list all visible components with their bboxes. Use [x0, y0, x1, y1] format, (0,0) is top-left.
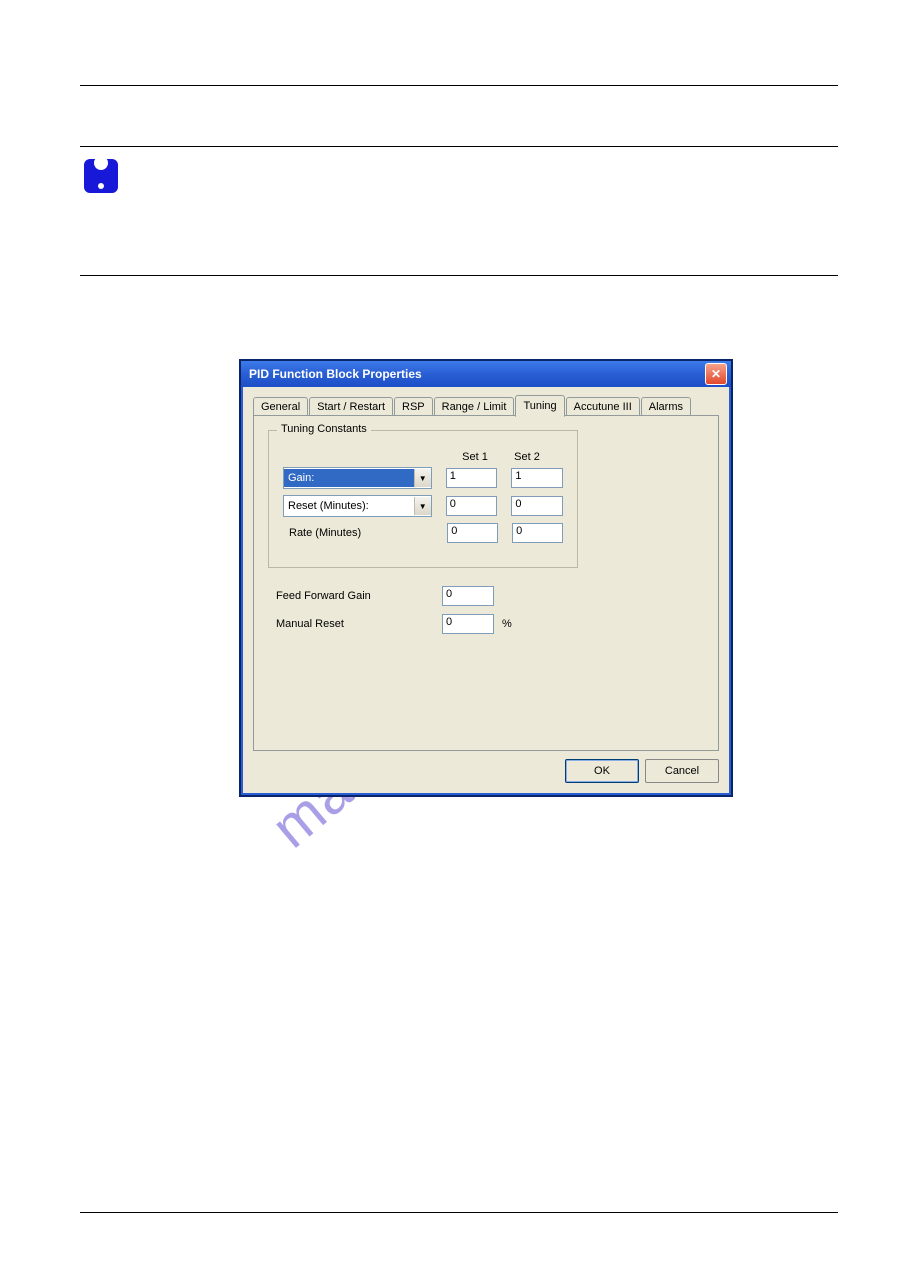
tab-accutune[interactable]: Accutune III — [566, 397, 640, 416]
manual-reset-input[interactable]: 0 — [442, 614, 494, 634]
dialog-title: PID Function Block Properties — [249, 367, 422, 381]
reset-set2-input[interactable]: 0 — [511, 496, 563, 516]
rate-set2-input[interactable]: 0 — [512, 523, 563, 543]
gain-set2-input[interactable]: 1 — [511, 468, 563, 488]
feedforward-label: Feed Forward Gain — [268, 590, 442, 602]
divider — [80, 146, 838, 147]
column-headers: Set 1 Set 2 — [449, 451, 563, 463]
manual-reset-label: Manual Reset — [268, 618, 442, 630]
tab-range-limit[interactable]: Range / Limit — [434, 397, 515, 416]
dialog-body: General Start / Restart RSP Range / Limi… — [241, 387, 731, 795]
rate-label: Rate (Minutes) — [283, 527, 433, 539]
close-icon: ✕ — [711, 367, 721, 381]
col-header-set1: Set 1 — [449, 451, 501, 463]
feedforward-input[interactable]: 0 — [442, 586, 494, 606]
gain-set1-input[interactable]: 1 — [446, 468, 498, 488]
chevron-down-icon: ▼ — [414, 469, 431, 487]
row-gain: Gain: ▼ 1 1 — [283, 467, 563, 489]
dropdown-text: Reset (Minutes): — [284, 497, 414, 515]
tab-content: Tuning Constants Set 1 Set 2 Gain: ▼ 1 1… — [253, 415, 719, 751]
row-manual-reset: Manual Reset 0 % — [268, 614, 704, 634]
tab-general[interactable]: General — [253, 397, 308, 416]
rate-set1-input[interactable]: 0 — [447, 523, 498, 543]
row-reset: Reset (Minutes): ▼ 0 0 — [283, 495, 563, 517]
tab-rsp[interactable]: RSP — [394, 397, 433, 416]
tuning-constants-group: Tuning Constants Set 1 Set 2 Gain: ▼ 1 1… — [268, 430, 578, 568]
reset-set1-input[interactable]: 0 — [446, 496, 498, 516]
info-icon — [84, 159, 118, 193]
button-bar: OK Cancel — [253, 751, 719, 783]
gain-dropdown[interactable]: Gain: ▼ — [283, 467, 432, 489]
divider — [80, 1212, 838, 1213]
tab-start-restart[interactable]: Start / Restart — [309, 397, 393, 416]
manual-reset-unit: % — [502, 618, 512, 630]
dropdown-text: Gain: — [284, 469, 414, 487]
tab-strip: General Start / Restart RSP Range / Limi… — [253, 395, 719, 416]
reset-dropdown[interactable]: Reset (Minutes): ▼ — [283, 495, 432, 517]
tab-alarms[interactable]: Alarms — [641, 397, 691, 416]
pid-properties-dialog: PID Function Block Properties ✕ General … — [240, 360, 732, 796]
close-button[interactable]: ✕ — [705, 363, 727, 385]
divider — [80, 85, 838, 86]
ok-button[interactable]: OK — [565, 759, 639, 783]
divider — [80, 275, 838, 276]
col-header-set2: Set 2 — [501, 451, 553, 463]
row-feedforward: Feed Forward Gain 0 — [268, 586, 704, 606]
cancel-button[interactable]: Cancel — [645, 759, 719, 783]
titlebar: PID Function Block Properties ✕ — [241, 361, 731, 387]
below-group: Feed Forward Gain 0 Manual Reset 0 % — [268, 586, 704, 634]
row-rate: Rate (Minutes) 0 0 — [283, 523, 563, 543]
tab-tuning[interactable]: Tuning — [515, 395, 564, 417]
chevron-down-icon: ▼ — [414, 497, 431, 515]
groupbox-title: Tuning Constants — [277, 423, 371, 435]
